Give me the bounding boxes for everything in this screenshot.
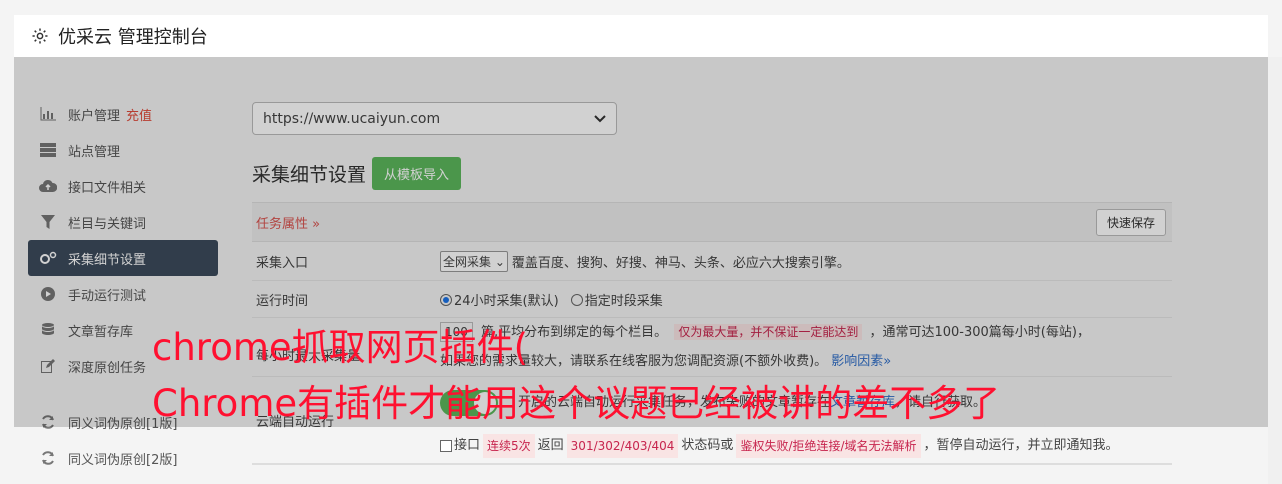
sidebar-item-label: 采集细节设置 (68, 252, 147, 268)
entry-select[interactable]: 全网采集 ⌄ (440, 250, 508, 272)
cloud-text5: ，暂停自动运行，并立即通知我。 (923, 438, 1119, 453)
section-title: 采集细节设置 (252, 164, 367, 186)
sidebar-item-sites[interactable]: 站点管理 (28, 132, 218, 168)
check-label: 接口 (454, 438, 481, 453)
site-select[interactable]: https://www.ucaiyun.com (252, 102, 617, 135)
sidebar-item-label: 接口文件相关 (68, 180, 147, 196)
row-time: 运行时间 24小时采集(默认) 指定时段采集 (252, 281, 1172, 318)
gears-icon (38, 249, 58, 267)
quick-save-button[interactable]: 快速保存 (1095, 208, 1166, 236)
sidebar-item-label: 手动运行测试 (68, 288, 147, 304)
panel-header: 任务属性 » 快速保存 (252, 202, 1172, 242)
row-entry: 采集入口 全网采集 ⌄ 覆盖百度、搜狗、好搜、神马、头条、必应六大搜索引擎。 (252, 242, 1172, 281)
cloud-text4: 状态码或 (681, 438, 734, 453)
tag-5times: 连续5次 (483, 434, 535, 458)
sidebar-item-label: 文章暂存库 (68, 324, 134, 340)
sidebar-item-synonym-v2[interactable]: 同义词伪原创[2版] (28, 440, 218, 476)
tab-task-attributes[interactable]: 任务属性 » (256, 213, 320, 232)
sidebar-item-manual-run[interactable]: 手动运行测试 (28, 276, 218, 312)
watermark-text: chrome抓取网页插件( Chrome有插件才能用这个议题已经被讲的差不多了 (152, 320, 1000, 432)
gear-icon (28, 24, 52, 48)
header-bar: 优采云 管理控制台 (14, 15, 1268, 57)
server-icon (38, 141, 58, 159)
sidebar-item-keywords[interactable]: 栏目与关键词 (28, 204, 218, 240)
watermark-line2: Chrome有插件才能用这个议题已经被讲的差不多了 (152, 382, 1001, 425)
radio-period[interactable] (570, 294, 583, 306)
import-template-button[interactable]: 从模板导入 (372, 157, 462, 190)
filter-icon (38, 213, 58, 231)
radio-24h-label: 24小时采集(默认) (454, 293, 559, 309)
tag-status-codes: 301/302/403/404 (566, 434, 679, 458)
bar-chart-icon (38, 105, 58, 123)
sidebar-item-label: 栏目与关键词 (68, 216, 147, 232)
watermark-line1: chrome抓取网页插件( (152, 326, 529, 369)
refresh-icon (38, 413, 58, 431)
sidebar-item-label: 深度原创任务 (68, 360, 147, 376)
refresh-icon (38, 449, 58, 467)
cloud-upload-icon (38, 177, 58, 195)
entry-desc: 覆盖百度、搜狗、好搜、神马、头条、必应六大搜索引擎。 (511, 255, 850, 271)
play-icon (38, 285, 58, 303)
row-label: 运行时间 (256, 293, 309, 309)
radio-period-label: 指定时段采集 (584, 293, 663, 309)
page-title: 优采云 管理控制台 (58, 27, 208, 48)
radio-24h[interactable] (440, 294, 452, 306)
sidebar-item-label: 账户管理 (68, 108, 121, 124)
cloud-text3: 返回 (537, 438, 564, 453)
sidebar-item-collect-settings[interactable]: 采集细节设置 (28, 240, 218, 276)
sidebar-item-account[interactable]: 账户管理 充值 (28, 96, 218, 132)
site-select-value: https://www.ucaiyun.com (263, 110, 441, 127)
notify-checkbox[interactable] (440, 440, 452, 452)
sidebar-item-label: 站点管理 (68, 144, 121, 160)
edit-icon (38, 357, 58, 375)
row-label: 采集入口 (256, 255, 309, 271)
sidebar-item-label: 同义词伪原创[2版] (68, 452, 178, 468)
sidebar-item-api-files[interactable]: 接口文件相关 (28, 168, 218, 204)
tag-auth-failure: 鉴权失败/拒绝连接/域名无法解析 (736, 434, 921, 458)
recharge-link[interactable]: 充值 (126, 105, 152, 124)
database-icon (38, 321, 58, 339)
scrollbar[interactable] (1268, 57, 1282, 484)
chevron-down-icon (594, 111, 606, 127)
